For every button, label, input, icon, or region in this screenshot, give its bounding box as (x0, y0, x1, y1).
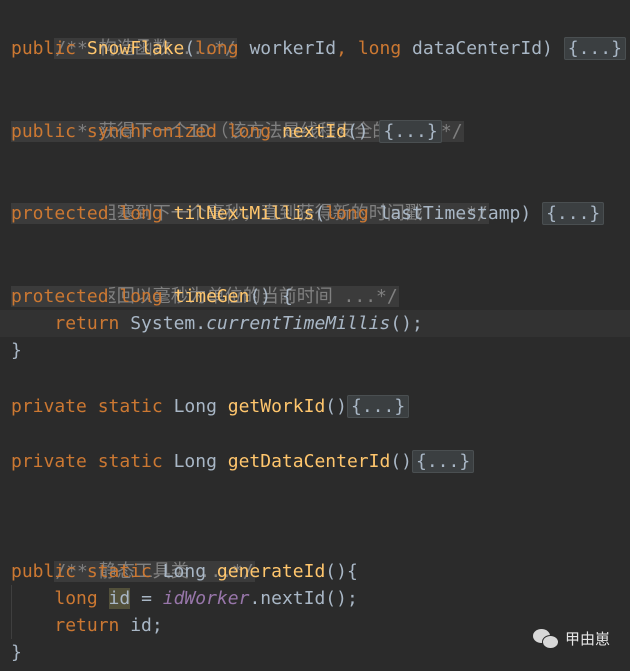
code-line-11[interactable]: protected long timeGen() { (0, 283, 630, 310)
code-line-13[interactable]: } (0, 337, 630, 364)
method-name-next-id: nextId (281, 121, 347, 142)
code-line-12-current[interactable]: return System.currentTimeMillis(); (0, 310, 630, 337)
method-name-generate-id: generateId (216, 561, 326, 582)
code-line-5[interactable]: public synchronized long nextId() {...} (0, 118, 630, 145)
code-line-7[interactable]: /** 阻塞到下一个毫秒，直到获得新的时间戳 ...*/ (0, 173, 630, 224)
code-editor[interactable]: /** 构造函数 ...*/ public SnowFlake(long wor… (0, 0, 630, 671)
code-line-17[interactable]: private static Long getDataCenterId() {..… (0, 448, 630, 475)
code-line-8[interactable]: protected long tilNextMillis(long lastTi… (0, 200, 630, 227)
code-fold-marker[interactable]: {...} (542, 202, 605, 225)
code-line-21[interactable]: public static Long generateId(){ (0, 558, 630, 585)
code-line-4[interactable]: /** 获得下一个ID（该方法是线程安全的）...*/ (0, 91, 630, 142)
code-line-22[interactable]: long id = idWorker.nextId(); (0, 585, 630, 612)
method-name-get-data-center-id: getDataCenterId (227, 451, 391, 472)
variable-id-highlight: id (108, 588, 131, 609)
method-name-snowflake: SnowFlake (86, 38, 185, 59)
code-fold-marker[interactable]: {...} (412, 450, 475, 473)
code-line-2[interactable]: public SnowFlake(long workerId, long dat… (0, 35, 630, 62)
code-line-20[interactable]: /** 静态工具类 ...*/ (0, 531, 630, 582)
method-name-get-work-id: getWorkId (227, 396, 326, 417)
method-name-til-next-millis: tilNextMillis (173, 203, 315, 224)
watermark-label: 甲由崽 (564, 630, 610, 648)
code-fold-marker[interactable]: {...} (346, 395, 410, 418)
static-field-id-worker: idWorker (162, 588, 250, 609)
code-fold-marker[interactable]: {...} (379, 120, 442, 143)
watermark: 甲由崽 (532, 628, 610, 649)
code-line-1[interactable]: /** 构造函数 ...*/ (0, 8, 630, 59)
indent-guide (11, 585, 12, 639)
code-line-15[interactable]: private static Long getWorkId() {...} (0, 393, 630, 420)
code-line-10[interactable]: /** 返回以毫秒为单位的当前时间 ...*/ (0, 256, 630, 307)
wechat-icon (532, 628, 559, 649)
method-name-time-gen: timeGen (173, 286, 250, 307)
code-fold-marker[interactable]: {...} (563, 37, 626, 60)
